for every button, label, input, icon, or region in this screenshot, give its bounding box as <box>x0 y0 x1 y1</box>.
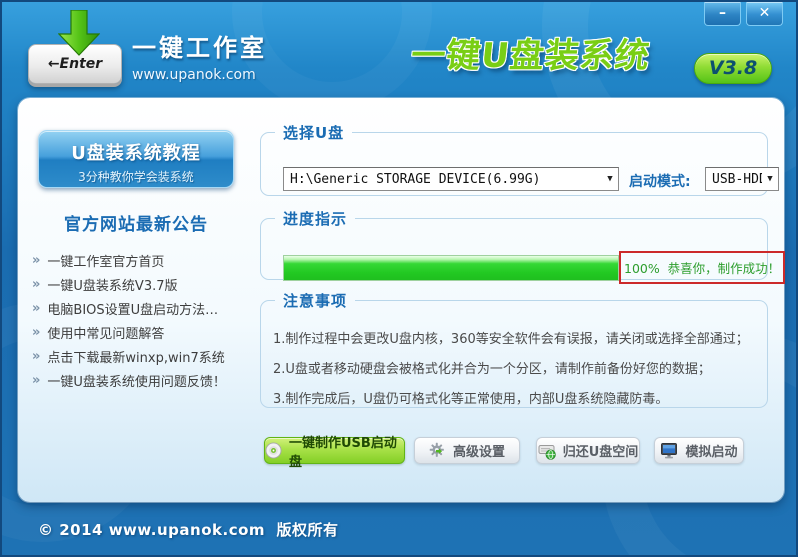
advanced-settings-button[interactable]: 高级设置 <box>414 437 520 464</box>
app-title: 一键U盘装系统 <box>409 36 653 76</box>
version-badge: V3.8 <box>694 53 772 84</box>
sidebar-item-faq[interactable]: » 使用中常见问题解答 <box>32 320 248 344</box>
boot-mode-label: 启动模式: <box>629 174 691 190</box>
chevron-bullet-icon: » <box>32 252 41 268</box>
close-button[interactable]: ✕ <box>746 2 783 26</box>
button-label: 归还U盘空间 <box>562 445 639 460</box>
sidebar-item-feedback[interactable]: » 一键U盘装系统使用问题反馈！ <box>32 368 248 392</box>
chevron-bullet-icon: » <box>32 348 41 364</box>
sidebar-item-label: 一键工作室官方首页 <box>47 254 165 270</box>
select-usb-section: 选择U盘 H:\Generic STORAGE DEVICE(6.99G) ▼ … <box>260 122 779 196</box>
notes-section: 注意事项 1.制作过程中会更改U盘内核，360等安全软件会有误报，请关闭或选择全… <box>260 290 768 408</box>
sidebar-item-download[interactable]: » 点击下载最新winxp,win7系统 <box>32 344 248 368</box>
sidebar-item-label: 一键U盘装系统V3.7版 <box>47 278 178 294</box>
note-line: 3.制作完成后，U盘仍可格式化等正常使用，内部U盘系统隐藏防毒。 <box>273 392 669 407</box>
restore-usb-space-button[interactable]: 归还U盘空间 <box>536 437 640 464</box>
button-label: 高级设置 <box>452 445 505 460</box>
brand-block: 一键工作室 www.upanok.com <box>132 28 267 83</box>
chevron-down-icon: ▼ <box>607 174 613 184</box>
tutorial-button[interactable]: U盘装系统教程 3分种教你学会装系统 <box>38 130 234 188</box>
select-usb-legend: 选择U盘 <box>283 124 345 142</box>
disc-icon <box>265 442 282 459</box>
usb-device-value: H:\Generic STORAGE DEVICE(6.99G) <box>290 171 541 187</box>
minimize-button[interactable]: – <box>704 2 741 26</box>
drive-globe-icon <box>538 444 556 460</box>
sidebar-item-label: 点击下载最新winxp,win7系统 <box>47 350 225 366</box>
progress-status-badge: 100% 恭喜你，制作成功！ <box>619 251 785 284</box>
gear-icon <box>429 442 444 457</box>
sidebar-item-bios[interactable]: » 电脑BIOS设置U盘启动方法… <box>32 296 248 320</box>
chevron-bullet-icon: » <box>32 300 41 316</box>
enter-arrow-icon <box>58 10 100 56</box>
sidebar-item-home[interactable]: » 一键工作室官方首页 <box>32 248 248 272</box>
copyright-text: © 2014 www.upanok.com 版权所有 <box>38 521 339 539</box>
sidebar-item-label: 使用中常见问题解答 <box>47 326 165 342</box>
tutorial-button-subtitle: 3分种教你学会装系统 <box>78 170 194 184</box>
main-panel: U盘装系统教程 3分种教你学会装系统 官方网站最新公告 » 一键工作室官方首页 … <box>18 98 785 502</box>
notes-legend: 注意事项 <box>283 292 348 310</box>
progress-legend: 进度指示 <box>283 210 348 228</box>
notes-list: 1.制作过程中会更改U盘内核，360等安全软件会有误报，请关闭或选择全部通过； … <box>273 325 759 415</box>
app-logo: ←Enter <box>28 10 128 86</box>
brand-url: www.upanok.com <box>132 67 256 83</box>
chevron-bullet-icon: » <box>32 276 41 292</box>
announcement-list: » 一键工作室官方首页 » 一键U盘装系统V3.7版 » 电脑BIOS设置U盘启… <box>32 248 248 392</box>
note-line: 1.制作过程中会更改U盘内核，360等安全软件会有误报，请关闭或选择全部通过； <box>273 332 749 347</box>
progress-fill <box>284 256 618 280</box>
announcements-heading: 官方网站最新公告 <box>64 215 208 235</box>
usb-device-dropdown[interactable]: H:\Generic STORAGE DEVICE(6.99G) ▼ <box>283 167 619 191</box>
boot-mode-dropdown[interactable]: USB-HDD ▼ <box>705 167 779 191</box>
note-line: 2.U盘或者移动硬盘会被格式化并合为一个分区，请制作前备份好您的数据； <box>273 362 711 377</box>
tutorial-button-title: U盘装系统教程 <box>71 143 201 164</box>
sidebar-item-label: 一键U盘装系统使用问题反馈！ <box>47 374 226 390</box>
chevron-bullet-icon: » <box>32 324 41 340</box>
progress-section: 进度指示 100% 恭喜你，制作成功！ <box>260 208 785 284</box>
sidebar-item-label: 电脑BIOS设置U盘启动方法… <box>47 302 219 318</box>
boot-mode-value: USB-HDD <box>712 171 762 187</box>
chevron-down-icon: ▼ <box>767 174 773 184</box>
brand-title: 一键工作室 <box>132 34 267 62</box>
simulate-boot-button[interactable]: 模拟启动 <box>654 437 744 464</box>
app-window: – ✕ ←Enter 一键工作室 www.upanok.com 一键U盘装系统 … <box>0 0 798 557</box>
button-label: 模拟启动 <box>685 445 738 460</box>
progress-bar <box>283 255 619 281</box>
monitor-icon <box>661 442 678 458</box>
button-label: 一键制作USB启动盘 <box>289 435 397 470</box>
make-usb-boot-button[interactable]: 一键制作USB启动盘 <box>264 436 405 470</box>
chevron-bullet-icon: » <box>32 372 41 388</box>
sidebar-item-v37[interactable]: » 一键U盘装系统V3.7版 <box>32 272 248 296</box>
